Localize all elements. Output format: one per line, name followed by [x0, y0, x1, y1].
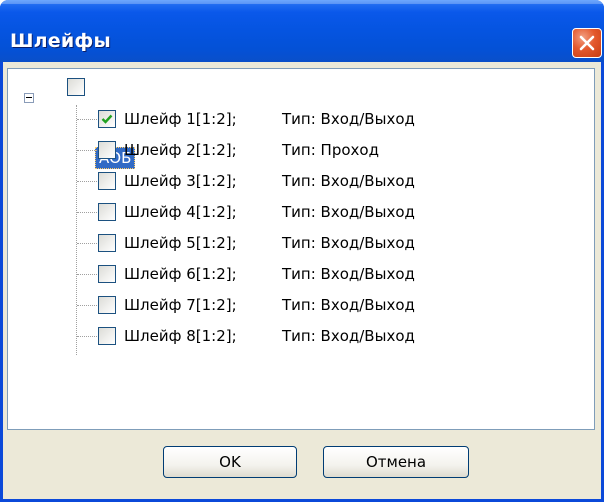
item-name[interactable]: Шлейф 8[1:2];	[124, 326, 237, 346]
item-type: Тип: Вход/Выход	[282, 296, 415, 314]
item-name[interactable]: Шлейф 7[1:2];	[124, 295, 237, 315]
close-button[interactable]	[572, 28, 602, 58]
root-checkbox[interactable]	[67, 78, 85, 96]
item-checkbox[interactable]	[98, 265, 116, 283]
item-type: Тип: Вход/Выход	[282, 203, 415, 221]
checkmark-icon	[101, 114, 113, 124]
tree-connector	[77, 243, 99, 244]
item-type: Тип: Вход/Выход	[282, 172, 415, 190]
tree-view[interactable]: АОБ Шлейф 1[1:2];Тип: Вход/ВыходШлейф 2[…	[7, 68, 595, 430]
item-type: Тип: Вход/Выход	[282, 327, 415, 345]
ok-button[interactable]: OK	[163, 446, 297, 478]
item-name[interactable]: Шлейф 1[1:2];	[124, 109, 237, 129]
item-type: Тип: Вход/Выход	[282, 234, 415, 252]
item-name[interactable]: Шлейф 3[1:2];	[124, 171, 237, 191]
item-type: Тип: Вход/Выход	[282, 110, 415, 128]
item-type: Тип: Вход/Выход	[282, 265, 415, 283]
item-name[interactable]: Шлейф 5[1:2];	[124, 233, 237, 253]
item-checkbox[interactable]	[98, 203, 116, 221]
item-checkbox[interactable]	[98, 327, 116, 345]
item-type: Тип: Проход	[282, 141, 379, 159]
title-bar[interactable]: Шлейфы	[0, 0, 604, 62]
tree-connector	[77, 212, 99, 213]
tree-connector	[77, 274, 99, 275]
tree-connector	[76, 105, 77, 355]
close-icon	[579, 35, 595, 51]
tree-connector	[77, 181, 99, 182]
item-name[interactable]: Шлейф 4[1:2];	[124, 202, 237, 222]
item-name[interactable]: Шлейф 2[1:2];	[124, 140, 237, 160]
collapse-icon[interactable]	[24, 93, 34, 103]
item-checkbox[interactable]	[98, 234, 116, 252]
item-checkbox[interactable]	[98, 110, 116, 128]
tree-connector	[77, 305, 99, 306]
item-checkbox[interactable]	[98, 141, 116, 159]
tree-connector	[77, 150, 99, 151]
window-title: Шлейфы	[10, 30, 111, 52]
cancel-button[interactable]: Отмена	[323, 446, 469, 478]
item-name[interactable]: Шлейф 6[1:2];	[124, 264, 237, 284]
item-checkbox[interactable]	[98, 172, 116, 190]
tree-connector	[77, 119, 99, 120]
item-checkbox[interactable]	[98, 296, 116, 314]
tree-connector	[77, 336, 99, 337]
